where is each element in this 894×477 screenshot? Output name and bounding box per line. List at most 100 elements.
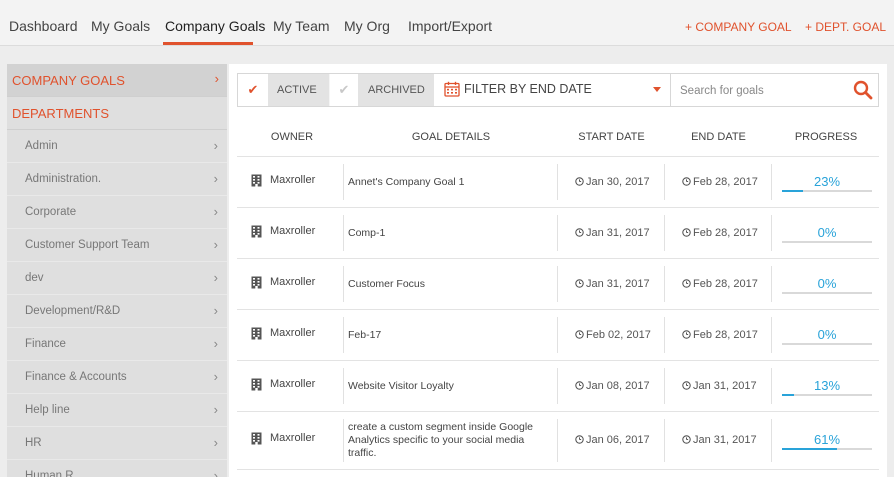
top-nav: Dashboard My Goals Company Goals My Team… xyxy=(0,0,894,46)
column-divider xyxy=(664,419,665,462)
chevron-right-icon: › xyxy=(213,171,218,186)
add-company-goal-button[interactable]: + COMPANY GOAL xyxy=(685,20,792,34)
table-row[interactable]: Maxroller Customer Focus Jan 31, 2017 Feb 2… xyxy=(237,259,879,310)
column-divider xyxy=(771,317,772,353)
owner-name: Maxroller xyxy=(270,326,316,339)
chevron-right-icon: › xyxy=(213,402,218,417)
start-date: Jan 31, 2017 xyxy=(575,227,650,239)
end-date-filter-dropdown[interactable]: FILTER BY END DATE xyxy=(436,74,670,106)
table-row[interactable]: Maxroller Feb-17 Feb 02, 2017 Feb 28, 2017 0… xyxy=(237,310,879,361)
clock-icon xyxy=(682,227,693,239)
department-label: Finance & Accounts xyxy=(25,371,127,383)
sidebar-department-item[interactable]: Customer Support Team › xyxy=(7,229,227,262)
goal-title[interactable]: Customer Focus xyxy=(348,278,548,291)
start-date: Jan 06, 2017 xyxy=(575,434,650,446)
search-input[interactable] xyxy=(680,82,840,99)
end-date-value: Feb 28, 2017 xyxy=(693,175,758,188)
sidebar-department-item[interactable]: Administration. › xyxy=(7,163,227,196)
tab-import-export[interactable]: Import/Export xyxy=(408,18,492,34)
column-divider xyxy=(664,266,665,302)
start-date-value: Jan 30, 2017 xyxy=(586,175,650,188)
column-divider xyxy=(557,368,558,404)
table-row[interactable]: Maxroller Website Visitor Loyalty Jan 08, … xyxy=(237,361,879,412)
progress-bar-fill xyxy=(782,189,803,192)
progress-percent: 13% xyxy=(813,377,841,393)
tab-my-team[interactable]: My Team xyxy=(273,18,330,34)
archived-filter-toggle[interactable]: ✔ ARCHIVED xyxy=(329,74,434,106)
building-icon xyxy=(251,378,262,396)
department-label: Administration. xyxy=(25,173,102,185)
end-date-value: Feb 28, 2017 xyxy=(693,226,758,239)
table-row[interactable]: Maxroller Annet's Company Goal 1 Jan 30, 2… xyxy=(237,157,879,208)
clock-icon xyxy=(682,434,693,446)
table-header: OWNER GOAL DETAILS START DATE END DATE P… xyxy=(237,120,879,157)
clock-icon xyxy=(682,176,693,188)
owner-name: Maxroller xyxy=(270,275,316,288)
goal-title[interactable]: Website Visitor Loyalty xyxy=(348,380,548,393)
clock-icon xyxy=(682,278,693,290)
active-filter-toggle[interactable]: ✔ ACTIVE xyxy=(238,74,329,106)
progress-bar xyxy=(782,240,872,243)
department-label: Customer Support Team xyxy=(25,239,150,251)
sidebar-department-item[interactable]: Admin › xyxy=(7,130,227,163)
sidebar-department-item[interactable]: HR › xyxy=(7,427,227,460)
goal-title[interactable]: Feb-17 xyxy=(348,329,548,342)
department-label: dev xyxy=(25,272,44,284)
table-row[interactable]: Maxroller Comp-1 Jan 31, 2017 Feb 28, 2017 0… xyxy=(237,208,879,259)
sidebar-department-item[interactable]: Corporate › xyxy=(7,196,227,229)
column-divider xyxy=(771,266,772,302)
sidebar-department-item[interactable]: Development/R&D › xyxy=(7,295,227,328)
sidebar-department-item[interactable]: Human R... › xyxy=(7,460,227,477)
progress-percent: 0% xyxy=(817,326,837,342)
building-icon xyxy=(251,174,262,192)
progress-bar xyxy=(782,393,872,396)
column-divider xyxy=(771,419,772,462)
chevron-right-icon: › xyxy=(213,303,218,318)
search-icon[interactable] xyxy=(853,80,873,100)
start-date: Jan 31, 2017 xyxy=(575,278,650,290)
progress-bar-fill xyxy=(782,448,837,450)
end-date-value: Feb 28, 2017 xyxy=(693,277,758,290)
tab-dashboard[interactable]: Dashboard xyxy=(9,18,78,34)
progress-bar xyxy=(782,342,872,345)
goal-title[interactable]: Comp-1 xyxy=(348,227,548,240)
goal-title[interactable]: Annet's Company Goal 1 xyxy=(348,176,548,189)
progress-percent: 0% xyxy=(817,275,837,291)
column-divider xyxy=(771,215,772,251)
column-divider xyxy=(557,164,558,200)
end-date: Jan 31, 2017 xyxy=(682,434,757,446)
sidebar-departments-header[interactable]: DEPARTMENTS xyxy=(7,97,227,130)
clock-icon xyxy=(575,329,586,341)
active-tab-indicator xyxy=(163,42,253,45)
sidebar-department-item[interactable]: Finance & Accounts › xyxy=(7,361,227,394)
column-divider xyxy=(343,368,344,404)
chevron-right-icon: › xyxy=(213,138,218,153)
department-label: Corporate xyxy=(25,206,77,218)
sidebar-department-item[interactable]: dev › xyxy=(7,262,227,295)
sidebar-department-item[interactable]: Finance › xyxy=(7,328,227,361)
chevron-right-icon: › xyxy=(213,369,218,384)
tab-company-goals[interactable]: Company Goals xyxy=(165,18,265,34)
check-icon: ✔ xyxy=(330,74,358,106)
chevron-right-icon: › xyxy=(213,204,218,219)
add-dept-goal-button[interactable]: + DEPT. GOAL xyxy=(805,20,886,34)
department-label: Admin xyxy=(25,140,58,152)
column-divider xyxy=(664,368,665,404)
sidebar-department-item[interactable]: Help line › xyxy=(7,394,227,427)
tab-my-goals[interactable]: My Goals xyxy=(91,18,150,34)
start-date-value: Jan 08, 2017 xyxy=(586,379,650,392)
calendar-icon xyxy=(444,81,460,97)
progress-column-header: PROGRESS xyxy=(794,131,858,143)
building-icon xyxy=(251,276,262,294)
active-filter-label: ACTIVE xyxy=(277,84,317,96)
tab-my-org[interactable]: My Org xyxy=(344,18,390,34)
clock-icon xyxy=(575,278,586,290)
archived-filter-label: ARCHIVED xyxy=(368,84,425,96)
goal-title[interactable]: create a custom segment inside Google An… xyxy=(348,421,548,460)
sidebar-company-goals[interactable]: COMPANY GOALS › xyxy=(7,64,227,97)
end-date-value: Jan 31, 2017 xyxy=(693,379,757,392)
search-box xyxy=(670,74,878,106)
clock-icon xyxy=(682,380,693,392)
table-row[interactable]: Maxroller create a custom segment inside … xyxy=(237,412,879,470)
building-icon xyxy=(251,327,262,345)
